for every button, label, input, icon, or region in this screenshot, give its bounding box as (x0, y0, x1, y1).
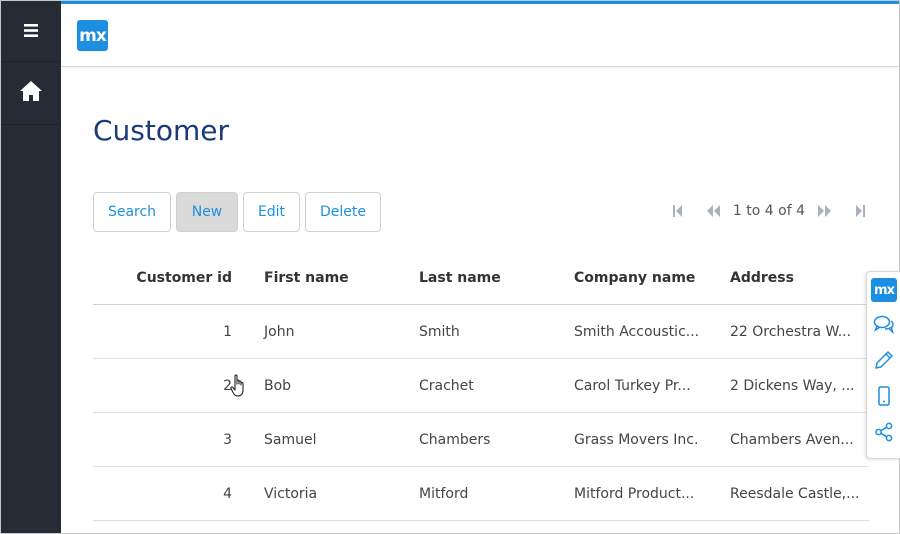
column-header-last-name[interactable]: Last name (403, 252, 558, 305)
cell-customer-id: 3 (93, 412, 248, 467)
share-button[interactable] (867, 416, 900, 452)
sidebar-item-home[interactable] (1, 62, 61, 125)
cell-customer-id: 1 (93, 304, 248, 359)
search-button[interactable]: Search (93, 192, 171, 232)
cell-company-name: Carol Turkey Pr... (558, 358, 714, 413)
hand-cursor-icon (230, 374, 248, 402)
menu-icon (24, 22, 38, 41)
share-icon (874, 422, 894, 446)
mendix-devtools-panel: mx (866, 271, 900, 459)
last-page-icon[interactable] (854, 204, 866, 218)
table-row[interactable]: 4 Victoria Mitford Mitford Product... Re… (93, 466, 869, 521)
cell-first-name: Samuel (248, 412, 403, 467)
cell-last-name: Chambers (403, 412, 558, 467)
cell-first-name: Bob (248, 358, 403, 413)
cell-address: 2 Dickens Way, ... (714, 358, 869, 413)
new-button[interactable]: New (176, 192, 238, 232)
first-page-icon[interactable] (672, 204, 684, 218)
home-icon (19, 80, 43, 106)
mobile-phone-icon (877, 386, 891, 410)
cell-first-name: Victoria (248, 466, 403, 521)
mendix-logo[interactable]: mx (77, 20, 108, 51)
column-header-company-name[interactable]: Company name (558, 252, 714, 305)
mx-panel-logo-button[interactable]: mx (867, 272, 900, 308)
cell-last-name: Smith (403, 304, 558, 359)
table-row[interactable]: 2 Bob Crachet Carol Turkey Pr... 2 Dicke… (93, 358, 869, 413)
sidebar (1, 1, 61, 533)
column-header-address[interactable]: Address (714, 252, 869, 305)
edit-button[interactable]: Edit (243, 192, 300, 232)
chat-icon (873, 314, 895, 338)
cell-address: Reesdale Castle,... (714, 466, 869, 521)
table-row[interactable]: 3 Samuel Chambers Grass Movers Inc. Cham… (93, 412, 869, 467)
page-title: Customer (93, 114, 230, 147)
cell-customer-id: 4 (93, 466, 248, 521)
cell-company-name: Smith Accoustic... (558, 304, 714, 359)
menu-button[interactable] (1, 1, 61, 62)
column-header-customer-id[interactable]: Customer id (93, 252, 248, 305)
mobile-view-button[interactable] (867, 380, 900, 416)
customer-grid: Customer id First name Last name Company… (93, 252, 869, 521)
column-header-first-name[interactable]: First name (248, 252, 403, 305)
pager: 1 to 4 of 4 (672, 199, 866, 223)
next-page-icon[interactable] (817, 204, 832, 218)
mx-logo-icon: mx (871, 278, 897, 302)
edit-mode-button[interactable] (867, 344, 900, 380)
cell-last-name: Crachet (403, 358, 558, 413)
previous-page-icon[interactable] (706, 204, 721, 218)
cell-last-name: Mitford (403, 466, 558, 521)
pager-status: 1 to 4 of 4 (732, 203, 805, 219)
cell-address: 22 Orchestra W... (714, 304, 869, 359)
pencil-icon (874, 350, 894, 374)
cell-customer-id: 2 (93, 358, 248, 413)
grid-header-row: Customer id First name Last name Company… (93, 252, 869, 305)
grid-toolbar: Search New Edit Delete (93, 192, 381, 232)
cell-company-name: Grass Movers Inc. (558, 412, 714, 467)
delete-button[interactable]: Delete (305, 192, 381, 232)
cell-company-name: Mitford Product... (558, 466, 714, 521)
top-bar: mx (61, 1, 899, 67)
chat-button[interactable] (867, 308, 900, 344)
cell-address: Chambers Aven... (714, 412, 869, 467)
cell-first-name: John (248, 304, 403, 359)
table-row[interactable]: 1 John Smith Smith Accoustic... 22 Orche… (93, 304, 869, 359)
